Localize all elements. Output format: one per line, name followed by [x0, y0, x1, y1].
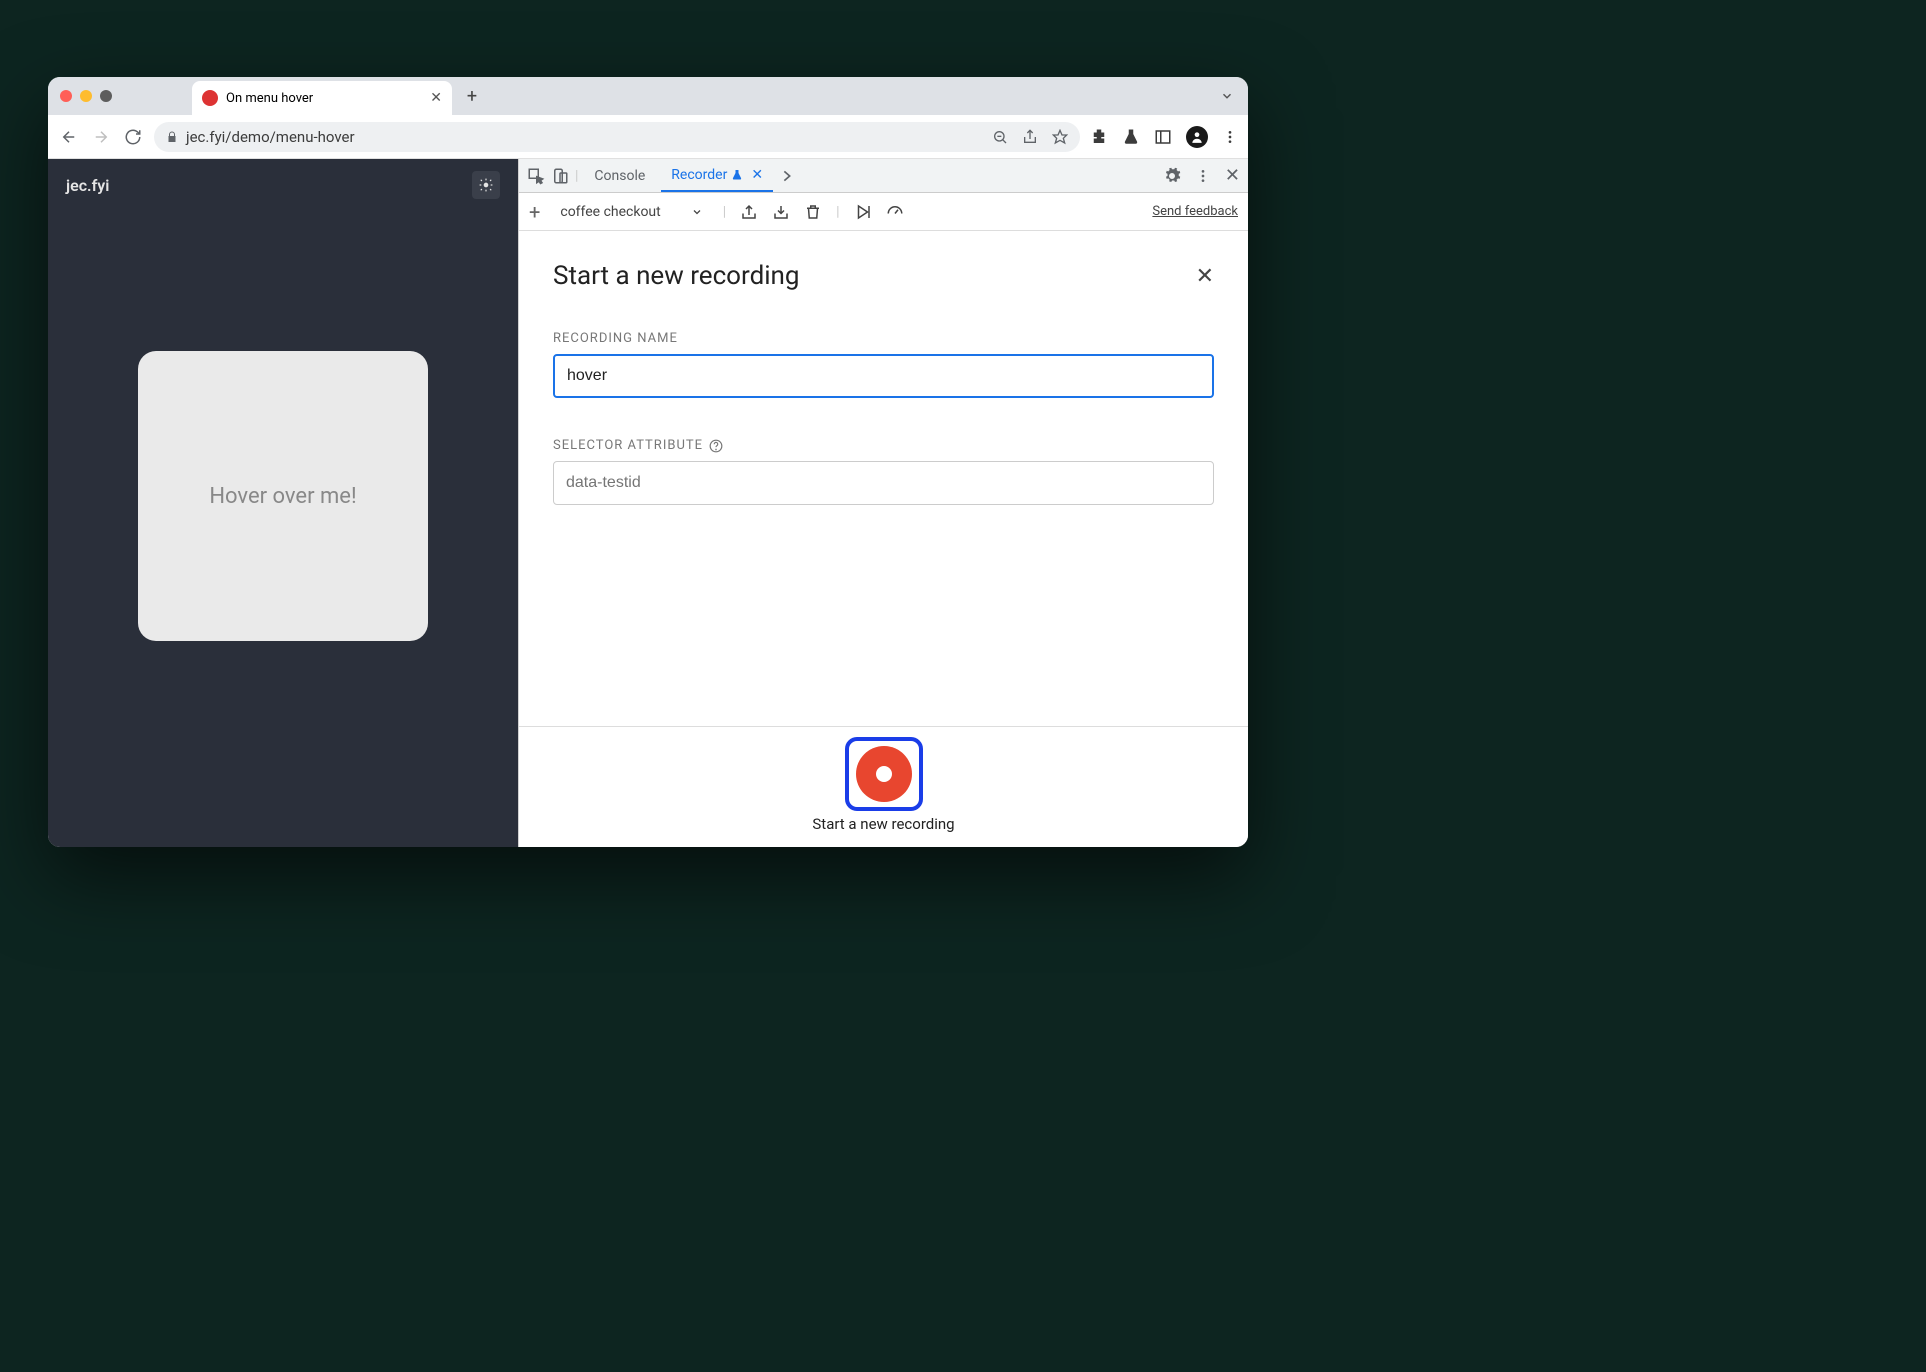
browser-tab[interactable]: On menu hover ✕: [192, 81, 452, 115]
export-icon[interactable]: [740, 203, 758, 221]
settings-gear-icon[interactable]: [1163, 167, 1181, 185]
menu-kebab-icon[interactable]: [1222, 129, 1238, 145]
play-icon[interactable]: [854, 203, 872, 221]
flask-small-icon: [731, 169, 743, 181]
theme-toggle-button[interactable]: [472, 171, 500, 199]
toolbar-icons: [1090, 126, 1238, 148]
recording-name-field: RECORDING NAME: [553, 331, 1214, 398]
traffic-lights: [60, 90, 112, 102]
record-button[interactable]: [856, 746, 912, 802]
speed-icon[interactable]: [886, 203, 904, 221]
new-tab-button[interactable]: +: [458, 86, 486, 107]
add-recording-button[interactable]: +: [529, 200, 540, 224]
close-tab-button[interactable]: ✕: [430, 90, 442, 106]
selector-attribute-field: SELECTOR ATTRIBUTE: [553, 438, 1214, 505]
hover-card-text: Hover over me!: [209, 484, 356, 509]
devtools-panel: | Console Recorder ✕ ✕ + coffee checkout: [518, 159, 1248, 847]
send-feedback-link[interactable]: Send feedback: [1152, 204, 1238, 219]
close-recorder-tab-button[interactable]: ✕: [751, 167, 763, 183]
more-tabs-icon[interactable]: [779, 168, 795, 184]
page-brand: jec.fyi: [66, 176, 109, 195]
import-icon[interactable]: [772, 203, 790, 221]
devtools-tabstrip: | Console Recorder ✕ ✕: [519, 159, 1248, 193]
content-area: jec.fyi Hover over me! | Console Recorde…: [48, 159, 1248, 847]
device-toggle-icon[interactable]: [551, 167, 569, 185]
delete-icon[interactable]: [804, 203, 822, 221]
close-window-button[interactable]: [60, 90, 72, 102]
share-icon[interactable]: [1022, 129, 1038, 145]
url-actions: [992, 129, 1068, 145]
record-button-highlight: [845, 737, 923, 811]
close-devtools-button[interactable]: ✕: [1225, 165, 1240, 186]
bookmark-star-icon[interactable]: [1052, 129, 1068, 145]
flask-icon[interactable]: [1122, 128, 1140, 146]
tab-console[interactable]: Console: [584, 159, 655, 192]
titlebar: On menu hover ✕ +: [48, 77, 1248, 115]
inspect-element-icon[interactable]: [527, 167, 545, 185]
hover-card[interactable]: Hover over me!: [138, 351, 428, 641]
browser-window: On menu hover ✕ + jec.fyi/demo/menu-hove…: [48, 77, 1248, 847]
profile-avatar[interactable]: [1186, 126, 1208, 148]
forward-button[interactable]: [90, 128, 112, 146]
reload-button[interactable]: [122, 128, 144, 146]
addressbar-row: jec.fyi/demo/menu-hover: [48, 115, 1248, 159]
recorder-panel: Start a new recording ✕ RECORDING NAME S…: [519, 231, 1248, 726]
panel-icon[interactable]: [1154, 128, 1172, 146]
address-bar[interactable]: jec.fyi/demo/menu-hover: [154, 122, 1080, 152]
close-panel-button[interactable]: ✕: [1196, 264, 1214, 289]
chevron-down-icon: [691, 206, 703, 218]
back-button[interactable]: [58, 128, 80, 146]
record-button-label: Start a new recording: [812, 815, 954, 833]
recording-name-label: RECORDING NAME: [553, 331, 1214, 346]
selector-attribute-input[interactable]: [553, 461, 1214, 505]
page-header: jec.fyi: [48, 159, 518, 211]
tabbar-chevron-icon[interactable]: [1220, 89, 1234, 103]
recorder-toolbar: + coffee checkout | | Send feedback: [519, 193, 1248, 231]
tab-title: On menu hover: [226, 91, 422, 106]
recording-dropdown[interactable]: coffee checkout: [554, 202, 708, 222]
extensions-icon[interactable]: [1090, 128, 1108, 146]
record-bar: Start a new recording: [519, 726, 1248, 847]
tab-recorder[interactable]: Recorder ✕: [661, 159, 773, 192]
minimize-window-button[interactable]: [80, 90, 92, 102]
recording-name-input[interactable]: [553, 354, 1214, 398]
maximize-window-button[interactable]: [100, 90, 112, 102]
panel-header: Start a new recording ✕: [553, 261, 1214, 291]
url-text: jec.fyi/demo/menu-hover: [186, 128, 355, 146]
devtools-menu-icon[interactable]: [1195, 168, 1211, 184]
lock-icon: [166, 131, 178, 143]
help-icon[interactable]: [709, 439, 723, 453]
selector-attribute-label: SELECTOR ATTRIBUTE: [553, 438, 1214, 453]
page-viewport: jec.fyi Hover over me!: [48, 159, 518, 847]
favicon-icon: [202, 90, 218, 106]
panel-title: Start a new recording: [553, 261, 800, 291]
zoom-out-icon[interactable]: [992, 129, 1008, 145]
